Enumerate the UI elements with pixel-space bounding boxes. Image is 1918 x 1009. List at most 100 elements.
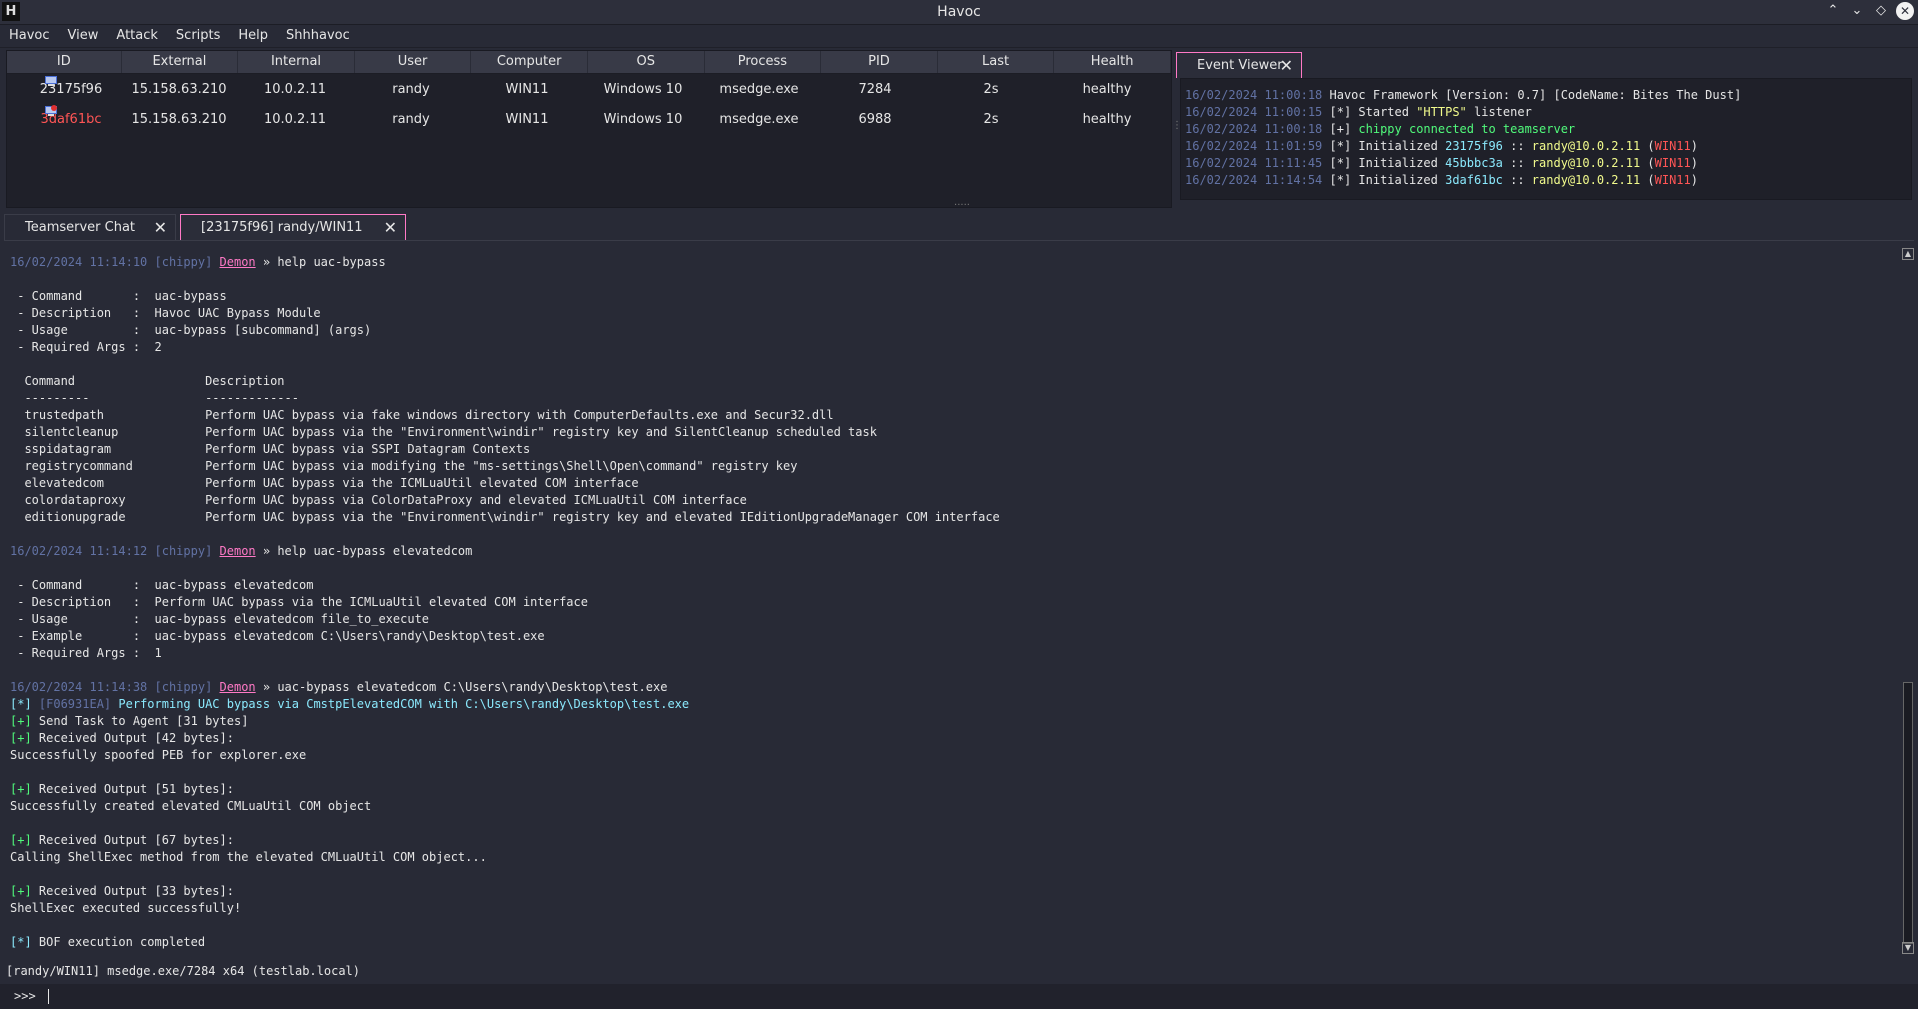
scrollbar-thumb[interactable] <box>1903 682 1913 944</box>
cell-user: randy <box>392 111 430 127</box>
console-line: trustedpath Perform UAC bypass via fake … <box>10 408 834 422</box>
console-line: --------- ------------- <box>10 391 299 405</box>
console-scrollbar[interactable]: ▲ ▼ <box>1902 246 1914 956</box>
console-line: - Command : uac-bypass <box>10 289 227 303</box>
console-line: - Required Args : 1 <box>10 646 162 660</box>
menu-bar: Havoc View Attack Scripts Help Shhhavoc <box>0 25 1918 48</box>
restore-icon[interactable]: ◇ <box>1872 2 1890 20</box>
cell-external: 15.158.63.210 <box>131 81 227 97</box>
tab-label: Teamserver Chat <box>25 220 136 235</box>
scroll-up-icon[interactable]: ▲ <box>1902 248 1914 260</box>
title-bar: H Havoc ⌃ ⌄ ◇ ✕ <box>0 0 1918 25</box>
console-line: ShellExec executed successfully! <box>10 901 242 915</box>
tab-teamserver-chat[interactable]: Teamserver Chat ✕ <box>4 214 176 240</box>
event-entry: 16/02/2024 11:00:18 [+] chippy connected… <box>1185 122 1576 136</box>
column-header-os[interactable]: OS <box>588 51 705 73</box>
event-entry: 16/02/2024 11:01:59 [*] Initialized 2317… <box>1185 139 1698 153</box>
cell-pid: 6988 <box>858 111 892 127</box>
cell-id: 23175f96 <box>7 75 121 97</box>
menu-attack[interactable]: Attack <box>107 25 167 47</box>
cell-last: 2s <box>983 111 999 127</box>
close-icon[interactable]: ✕ <box>154 215 167 241</box>
cell-process: msedge.exe <box>719 81 799 97</box>
close-window-icon[interactable]: ✕ <box>1896 2 1914 20</box>
window-title: Havoc <box>937 4 981 20</box>
cell-id: 3daf61bc <box>7 104 121 127</box>
console-line: [+] Received Output [42 bytes]: <box>10 731 234 745</box>
menu-help[interactable]: Help <box>229 25 277 47</box>
console-line: - Required Args : 2 <box>10 340 162 354</box>
maximize-up-icon[interactable]: ⌃ <box>1824 2 1842 20</box>
event-entry: 16/02/2024 11:14:54 [*] Initialized 3daf… <box>1185 173 1698 187</box>
table-row[interactable]: 23175f96 15.158.63.210 10.0.2.11 randy WIN11… <box>7 74 1171 104</box>
cell-internal: 10.0.2.11 <box>263 81 327 97</box>
tab-event-viewer[interactable]: Event Viewer ✕ <box>1176 52 1302 78</box>
column-header-external[interactable]: External <box>122 51 239 73</box>
tab-label: [23175f96] randy/WIN11 <box>201 220 363 235</box>
console-line: [*] [F06931EA] Performing UAC bypass via… <box>10 697 690 711</box>
console-line: - Usage : uac-bypass [subcommand] (args) <box>10 323 372 337</box>
console-line: Successfully created elevated CMLuaUtil … <box>10 799 372 813</box>
column-header-pid[interactable]: PID <box>821 51 938 73</box>
windows-agent-icon <box>44 74 58 88</box>
table-row[interactable]: 3daf61bc 15.158.63.210 10.0.2.11 randy WIN11… <box>7 104 1171 134</box>
cell-internal: 10.0.2.11 <box>263 111 327 127</box>
event-viewer-tabbar: Event Viewer ✕ <box>1176 50 1916 78</box>
column-header-internal[interactable]: Internal <box>238 51 355 73</box>
console-tabbar: Teamserver Chat ✕ [23175f96] randy/WIN11… <box>4 212 1914 241</box>
console-line: - Description : Perform UAC bypass via t… <box>10 595 588 609</box>
cell-os: Windows 10 <box>603 81 683 97</box>
cell-process: msedge.exe <box>719 111 799 127</box>
tab-label: Event Viewer <box>1197 58 1283 73</box>
tab-session-23175f96[interactable]: [23175f96] randy/WIN11 ✕ <box>180 214 406 240</box>
prompt-label: >>> <box>14 989 36 1003</box>
event-entry: 16/02/2024 11:11:45 [*] Initialized 45bb… <box>1185 156 1698 170</box>
window-controls: ⌃ ⌄ ◇ ✕ <box>1824 2 1914 20</box>
sessions-table: ID External Internal User Computer OS Pr… <box>6 50 1172 208</box>
console-line: 16/02/2024 11:14:10 [chippy] Demon » hel… <box>10 255 386 269</box>
command-input[interactable] <box>48 989 1918 1004</box>
menu-havoc[interactable]: Havoc <box>0 25 59 47</box>
minimize-icon[interactable]: ⌄ <box>1848 2 1866 20</box>
console-line: silentcleanup Perform UAC bypass via the… <box>10 425 877 439</box>
scroll-down-icon[interactable]: ▼ <box>1902 942 1914 954</box>
menu-shhhavoc[interactable]: Shhhavoc <box>277 25 359 47</box>
console-line: elevatedcom Perform UAC bypass via the I… <box>10 476 639 490</box>
column-header-process[interactable]: Process <box>705 51 822 73</box>
menu-view[interactable]: View <box>59 25 108 47</box>
windows-agent-icon <box>44 104 58 118</box>
console-line: [+] Received Output [67 bytes]: <box>10 833 234 847</box>
column-header-computer[interactable]: Computer <box>471 51 588 73</box>
column-header-health[interactable]: Health <box>1054 51 1171 73</box>
console-line: [+] Send Task to Agent [31 bytes] <box>10 714 249 728</box>
column-header-user[interactable]: User <box>355 51 472 73</box>
close-icon[interactable]: ✕ <box>384 215 397 241</box>
console-line: Successfully spoofed PEB for explorer.ex… <box>10 748 307 762</box>
cell-external: 15.158.63.210 <box>131 111 227 127</box>
table-header: ID External Internal User Computer OS Pr… <box>7 51 1171 74</box>
vertical-splitter[interactable]: ⋮ <box>1172 120 1182 140</box>
cell-os: Windows 10 <box>603 111 683 127</box>
console-line: colordataproxy Perform UAC bypass via Co… <box>10 493 747 507</box>
column-header-id[interactable]: ID <box>7 51 122 73</box>
console-line: 16/02/2024 11:14:12 [chippy] Demon » hel… <box>10 544 473 558</box>
havoc-logo-icon: H <box>2 2 20 21</box>
cell-health: healthy <box>1082 111 1132 127</box>
console-line: Command Description <box>10 374 285 388</box>
cell-last: 2s <box>983 81 999 97</box>
horizontal-splitter[interactable]: ····· <box>952 201 972 211</box>
column-header-last[interactable]: Last <box>938 51 1055 73</box>
console-line: [+] Received Output [33 bytes]: <box>10 884 234 898</box>
close-icon[interactable]: ✕ <box>1280 53 1293 79</box>
menu-scripts[interactable]: Scripts <box>167 25 229 47</box>
cell-pid: 7284 <box>858 81 892 97</box>
console-line: Calling ShellExec method from the elevat… <box>10 850 487 864</box>
